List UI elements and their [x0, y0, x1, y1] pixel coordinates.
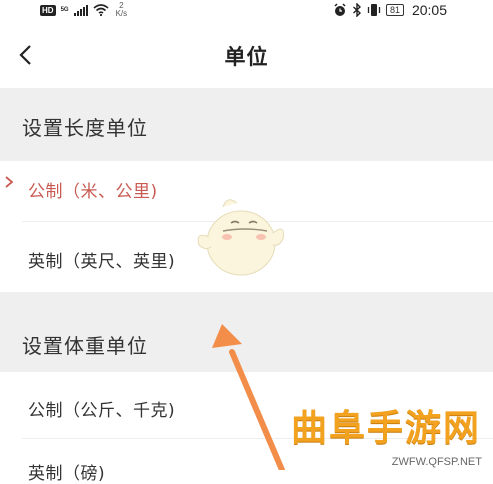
- app-header: 单位: [0, 22, 493, 88]
- hd-badge: HD: [40, 4, 56, 16]
- alarm-icon: [334, 3, 346, 16]
- wifi-icon: [93, 4, 109, 16]
- bluetooth-icon: [352, 3, 361, 17]
- network-speed-unit: K/s: [115, 9, 128, 18]
- option-label: 公制（公斤、千克): [28, 401, 176, 421]
- section-header-length: 设置长度单位: [0, 88, 493, 161]
- watermark: 曲阜手游网 ZWFW.QFSP.NET: [282, 408, 490, 470]
- status-bar: HD 5G 2 K/s 81 20:05: [0, 0, 493, 22]
- watermark-brand: 曲阜手游网: [290, 408, 481, 449]
- network-type-label: 5G: [60, 7, 69, 13]
- status-left: HD 5G 2 K/s: [40, 2, 127, 18]
- section-title: 设置长度单位: [22, 116, 148, 140]
- section-title: 设置体重单位: [22, 334, 148, 358]
- signal-icon: [73, 4, 88, 16]
- status-time: 20:05: [411, 2, 447, 18]
- vibrate-icon: [367, 4, 381, 16]
- option-label: 公制（米、公里): [28, 182, 158, 202]
- selected-chevron-icon: [5, 176, 14, 188]
- option-label: 英制（英尺、英里): [28, 252, 176, 272]
- battery-icon: 81: [385, 4, 404, 16]
- watermark-url: ZWFW.QFSP.NET: [391, 456, 482, 468]
- option-label: 英制（磅): [28, 464, 106, 484]
- status-right: 81 20:05: [333, 1, 447, 19]
- page-title: 单位: [224, 45, 269, 69]
- network-speed: 2 K/s: [116, 2, 128, 18]
- mascot-sticker: [197, 199, 284, 276]
- section-header-weight: 设置体重单位: [0, 292, 493, 372]
